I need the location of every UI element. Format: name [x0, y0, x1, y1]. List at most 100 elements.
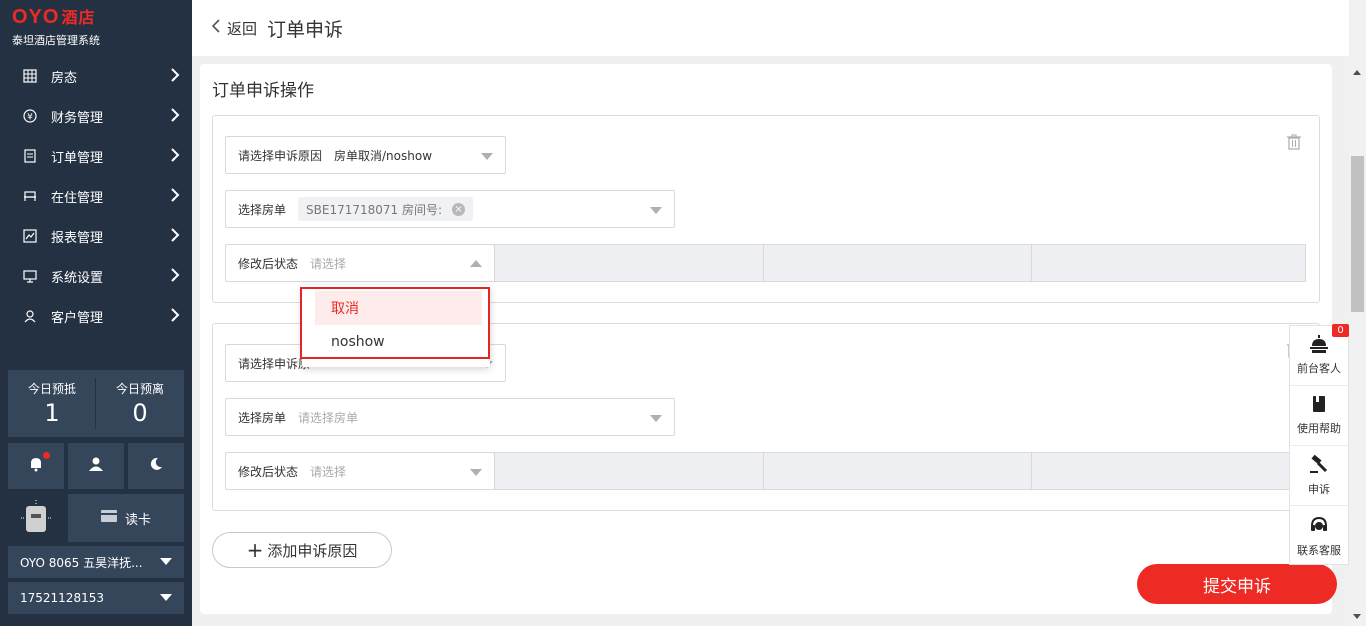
- floating-toolbar: 前台客人 使用帮助 申诉 联系客服: [1289, 325, 1349, 565]
- order-tag-label: SBE171718071 房间号:: [306, 202, 443, 217]
- book-icon: [1311, 395, 1327, 420]
- svg-text:¥: ¥: [27, 113, 33, 123]
- read-card-button[interactable]: 读卡: [68, 494, 184, 542]
- add-reason-button[interactable]: + 添加申诉原因: [212, 532, 392, 568]
- field-label: 请选择申诉原: [238, 356, 311, 371]
- order-select[interactable]: 选择房单 SBE171718071 房间号: ×: [225, 190, 675, 228]
- hotel-select[interactable]: OYO 8065 五昊洋抚...: [8, 546, 184, 578]
- person-icon: [22, 308, 38, 324]
- panel-title: 订单申诉操作: [212, 81, 314, 101]
- sidebar-item-label: 财务管理: [51, 110, 104, 126]
- card-icon: [100, 510, 125, 526]
- help-button[interactable]: 使用帮助: [1290, 386, 1348, 446]
- appeal-button[interactable]: 申诉: [1290, 446, 1348, 506]
- caret-down-icon: [650, 415, 662, 422]
- sidebar-item-reports[interactable]: 报表管理: [0, 216, 192, 256]
- caret-down-icon: [650, 207, 662, 214]
- sidebar-item-label: 订单管理: [51, 150, 104, 166]
- status-select[interactable]: 修改后状态 请选择: [225, 452, 495, 490]
- order-select[interactable]: 选择房单 请选择房单: [225, 398, 675, 436]
- scroll-down-arrow[interactable]: [1353, 614, 1361, 619]
- guest-button[interactable]: [68, 443, 124, 489]
- status-dropdown: 取消 noshow: [302, 285, 490, 367]
- brand: OYO 酒店 泰坦酒店管理系统: [12, 6, 100, 48]
- page-header: 返回 订单申诉: [192, 0, 1349, 56]
- dropdown-option-noshow[interactable]: noshow: [302, 325, 490, 359]
- sidebar-item-label: 报表管理: [51, 230, 104, 246]
- bell-desk-icon: [1309, 335, 1329, 360]
- caret-down-icon: [160, 558, 172, 565]
- stat-value: 0: [132, 399, 148, 427]
- stat-departures[interactable]: 今日预离 0: [96, 370, 184, 437]
- moon-icon: [148, 456, 164, 476]
- sidebar-item-label: 房态: [51, 70, 78, 86]
- read-card-label: 读卡: [124, 512, 151, 528]
- add-reason-label: 添加申诉原因: [267, 541, 358, 560]
- sidebar-item-customers[interactable]: 客户管理: [0, 296, 192, 336]
- caret-down-icon: [160, 594, 172, 601]
- account-select-value: 17521128153: [20, 591, 104, 605]
- card-reader-device-icon: [8, 494, 64, 542]
- quick-actions: [8, 443, 184, 489]
- detail-cell: [762, 453, 1032, 489]
- sidebar-item-orders[interactable]: 订单管理: [0, 136, 192, 176]
- stat-arrivals[interactable]: 今日预抵 1: [8, 370, 96, 437]
- account-select[interactable]: 17521128153: [8, 582, 184, 614]
- appeal-reason-select[interactable]: 请选择申诉原因 房单取消/noshow: [225, 136, 506, 174]
- status-detail-cells: [494, 452, 1306, 490]
- brand-subtitle: 泰坦酒店管理系统: [12, 34, 100, 47]
- back-button[interactable]: 返回: [211, 18, 258, 39]
- back-label: 返回: [227, 19, 258, 38]
- caret-up-icon: [470, 260, 482, 267]
- detail-cell: [494, 245, 763, 281]
- monitor-icon: [22, 268, 38, 284]
- plus-icon: +: [246, 538, 264, 562]
- toolbar-label: 使用帮助: [1297, 422, 1341, 435]
- sidebar-item-finance[interactable]: ¥ 财务管理: [0, 96, 192, 136]
- sidebar: OYO酒店 泰坦酒店管理系统 房态 ¥ 财务管理 订单管理 在住管理 报表管理: [0, 0, 192, 626]
- caret-down-icon: [481, 153, 493, 160]
- yen-icon: ¥: [22, 108, 38, 124]
- scroll-up-arrow[interactable]: [1353, 70, 1361, 75]
- chevron-right-icon: [170, 188, 180, 206]
- scrollbar-thumb[interactable]: [1351, 156, 1364, 312]
- chevron-right-icon: [170, 108, 180, 126]
- bed-icon: [22, 188, 38, 204]
- toolbar-label: 申诉: [1308, 483, 1330, 496]
- today-stats: 今日预抵 1 今日预离 0: [8, 370, 184, 437]
- toolbar-label: 前台客人: [1297, 362, 1341, 375]
- headset-icon: [1309, 515, 1329, 542]
- gavel-icon: [1309, 454, 1329, 481]
- appeal-card-1: 请选择申诉原因 房单取消/noshow 选择房单 SBE171718071 房间…: [212, 115, 1320, 303]
- chevron-right-icon: [170, 308, 180, 326]
- chevron-right-icon: [170, 148, 180, 166]
- toolbar-label: 联系客服: [1297, 543, 1341, 557]
- caret-down-icon: [470, 469, 482, 476]
- user-icon: [87, 456, 105, 476]
- status-select[interactable]: 修改后状态 请选择: [225, 244, 495, 282]
- close-icon[interactable]: ×: [452, 202, 466, 216]
- field-label: 选择房单: [238, 202, 287, 217]
- trash-icon[interactable]: [1287, 134, 1301, 154]
- submit-appeal-button[interactable]: 提交申诉: [1137, 564, 1337, 604]
- chevron-right-icon: [170, 68, 180, 86]
- notification-button[interactable]: [8, 443, 64, 489]
- dropdown-option-cancel[interactable]: 取消: [315, 291, 482, 325]
- grid-icon: [22, 68, 38, 84]
- page-title: 订单申诉: [267, 18, 344, 41]
- sidebar-item-settings[interactable]: 系统设置: [0, 256, 192, 296]
- card-reader: 读卡: [8, 494, 184, 542]
- document-icon: [22, 148, 38, 164]
- sidebar-item-in-house[interactable]: 在住管理: [0, 176, 192, 216]
- chevron-right-icon: [170, 228, 180, 246]
- night-audit-button[interactable]: [128, 443, 184, 489]
- contact-support-button[interactable]: 联系客服: [1290, 506, 1348, 566]
- detail-cell: [762, 245, 1032, 281]
- field-label: 修改后状态: [238, 256, 299, 271]
- sidebar-item-room-status[interactable]: 房态: [0, 56, 192, 96]
- stat-label: 今日预抵: [27, 382, 76, 396]
- detail-cell: [1031, 245, 1305, 281]
- status-detail-cells: [494, 244, 1306, 282]
- page-scrollbar[interactable]: [1349, 0, 1366, 626]
- field-placeholder: 请选择: [310, 464, 347, 479]
